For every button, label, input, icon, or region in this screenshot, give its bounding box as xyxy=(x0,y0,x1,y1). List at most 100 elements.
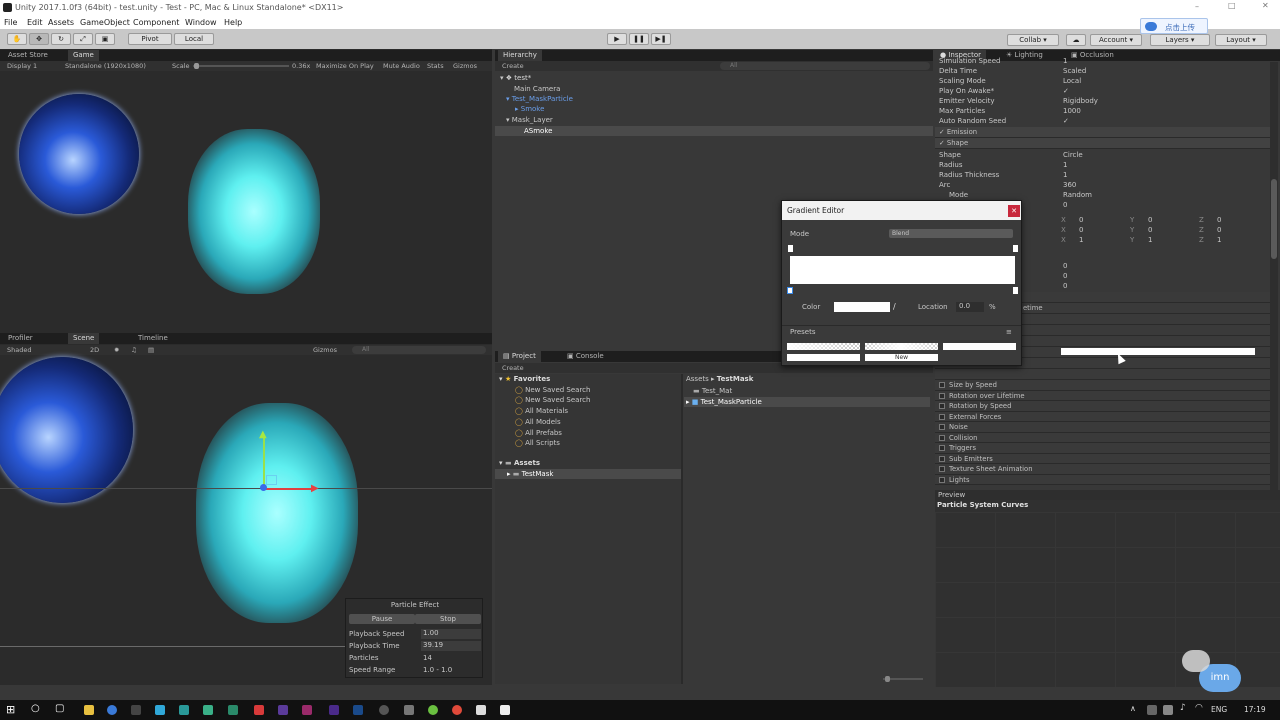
menu-file[interactable]: File xyxy=(4,18,17,27)
prop-value[interactable]: 1 xyxy=(1063,160,1067,170)
tab-project[interactable]: ▤ Project xyxy=(498,351,541,362)
display-dropdown[interactable]: Display 1 xyxy=(7,61,37,71)
eyedropper-icon[interactable]: ∕ xyxy=(893,302,896,311)
move-gizmo-y-arrow-icon[interactable]: ▲ xyxy=(259,429,267,440)
tray-app-icon[interactable] xyxy=(1163,705,1173,715)
hierarchy-item-mask-layer[interactable]: ▾ Mask_Layer xyxy=(506,115,926,125)
module-rotation-over-lifetime[interactable]: Rotation over Lifetime xyxy=(935,390,1270,401)
gradient-preset-4[interactable] xyxy=(787,354,860,361)
favorites-header[interactable]: ▾ ★ Favorites xyxy=(499,374,550,384)
gradient-editor-titlebar[interactable]: Gradient Editor ✕ xyxy=(782,201,1021,220)
playback-time-field[interactable]: 39.19 xyxy=(421,641,481,651)
module-size-by-speed[interactable]: Size by Speed xyxy=(935,380,1270,391)
prop-value[interactable]: Rigidbody xyxy=(1063,96,1098,106)
maximize-button[interactable]: □ xyxy=(1228,1,1236,10)
layout-dropdown[interactable]: Layout ▾ xyxy=(1215,34,1267,46)
gradient-preview-bar[interactable] xyxy=(790,256,1015,284)
module-rotation-by-speed[interactable]: Rotation by Speed xyxy=(935,401,1270,412)
app-icon-red[interactable] xyxy=(254,705,264,715)
assets-folder-testmask[interactable]: ▸ ▬ TestMask xyxy=(495,469,681,479)
prop-checkbox[interactable]: ✓ xyxy=(1063,86,1069,96)
hierarchy-search-input[interactable]: All xyxy=(720,62,930,70)
start-button[interactable]: ⊞ xyxy=(6,703,15,716)
vector-x-field[interactable]: 0 xyxy=(1079,225,1083,235)
module-noise[interactable]: Noise xyxy=(935,422,1270,433)
module-sub-emitters[interactable]: Sub Emitters xyxy=(935,453,1270,464)
favorite-item[interactable]: ◯ All Materials xyxy=(515,406,568,416)
module-emission-header[interactable]: ✓ Emission xyxy=(935,127,1270,138)
module-checkbox[interactable] xyxy=(939,455,945,462)
hand-tool-button[interactable]: ✋ xyxy=(7,33,27,45)
calculator-app-icon[interactable] xyxy=(131,705,141,715)
module-checkbox[interactable] xyxy=(939,424,945,430)
gradient-preset-2[interactable] xyxy=(865,343,938,350)
alpha-key-left[interactable] xyxy=(788,245,793,252)
tab-timeline[interactable]: Timeline xyxy=(133,333,173,344)
maximize-on-play-toggle[interactable]: Maximize On Play xyxy=(316,61,374,71)
module-external-forces[interactable]: External Forces xyxy=(935,411,1270,422)
prop-value[interactable]: 1 xyxy=(1063,170,1067,180)
favorite-item[interactable]: ◯ New Saved Search xyxy=(515,395,590,405)
breadcrumb-assets[interactable]: Assets xyxy=(686,375,709,383)
curves-grid[interactable] xyxy=(935,512,1280,687)
stats-toggle[interactable]: Stats xyxy=(427,61,444,71)
move-gizmo-x-arrow-icon[interactable]: ▶ xyxy=(311,483,319,494)
project-divider[interactable] xyxy=(681,374,683,684)
language-indicator[interactable]: ENG xyxy=(1211,705,1227,714)
module-texture-sheet-animation[interactable]: Texture Sheet Animation xyxy=(935,464,1270,475)
premiere-app-icon[interactable] xyxy=(278,705,288,715)
app-icon-pink[interactable] xyxy=(302,705,312,715)
volume-icon[interactable]: ♪ xyxy=(1180,703,1186,713)
favorite-item[interactable]: ◯ All Scripts xyxy=(515,438,560,448)
module-triggers[interactable]: Triggers xyxy=(935,443,1270,454)
project-file-test-maskparticle[interactable]: ▸ ■ Test_MaskParticle xyxy=(684,397,930,407)
gradient-field[interactable] xyxy=(1061,348,1255,355)
audio-toggle[interactable]: ♫ xyxy=(131,345,137,355)
vector-x-field[interactable]: 0 xyxy=(1079,215,1083,225)
gradient-location-field[interactable]: 0.0 xyxy=(956,302,984,312)
minimize-button[interactable]: – xyxy=(1195,2,1199,11)
2d-toggle[interactable]: 2D xyxy=(90,345,99,355)
module-row-hidden[interactable] xyxy=(935,369,1270,380)
project-file-test-mat[interactable]: ▬ Test_Mat xyxy=(693,386,732,396)
prop-value[interactable]: 0 xyxy=(1063,201,1067,209)
vector-y-field[interactable]: 0 xyxy=(1148,215,1152,225)
project-zoom-handle[interactable] xyxy=(885,676,890,682)
mute-audio-toggle[interactable]: Mute Audio xyxy=(383,61,420,71)
pause-button[interactable]: ❚❚ xyxy=(629,33,649,45)
vector-z-field[interactable]: 0 xyxy=(1217,215,1221,225)
app-icon-gray[interactable] xyxy=(404,705,414,715)
effects-toggle[interactable]: ▤ xyxy=(148,345,154,355)
presets-menu-icon[interactable]: ≡ xyxy=(1006,328,1012,336)
wifi-icon[interactable]: ◠ xyxy=(1195,703,1203,713)
chrome-app-icon[interactable] xyxy=(452,705,462,715)
hierarchy-item-test-maskparticle[interactable]: ▾ Test_MaskParticle xyxy=(506,94,926,104)
cloud-button[interactable]: ☁ xyxy=(1066,34,1086,46)
scale-slider[interactable] xyxy=(193,65,289,67)
vector-z-field[interactable]: 1 xyxy=(1217,235,1221,245)
prop-value[interactable]: 1 xyxy=(1063,56,1067,66)
module-checkbox[interactable] xyxy=(939,403,945,409)
search-icon[interactable]: ○ xyxy=(31,703,40,714)
vector-y-field[interactable]: 0 xyxy=(1148,225,1152,235)
app-icon-cyan[interactable] xyxy=(155,705,165,715)
step-button[interactable]: ▶❚ xyxy=(651,33,671,45)
obs-app-icon[interactable] xyxy=(379,705,389,715)
particle-stop-button[interactable]: Stop xyxy=(415,614,481,624)
rotate-tool-button[interactable]: ↻ xyxy=(51,33,71,45)
prop-checkbox[interactable]: ✓ xyxy=(1063,116,1069,126)
prop-value[interactable]: 1000 xyxy=(1063,106,1081,116)
task-view-icon[interactable]: ▢ xyxy=(55,703,64,714)
color-key-left-selected[interactable] xyxy=(787,287,793,294)
vector-z-field[interactable]: 0 xyxy=(1217,225,1221,235)
alpha-key-right[interactable] xyxy=(1013,245,1018,252)
pivot-toggle[interactable]: Pivot xyxy=(128,33,172,45)
prop-value[interactable]: Local xyxy=(1063,76,1081,86)
scale-tool-button[interactable]: ⤢ xyxy=(73,33,93,45)
module-checkbox[interactable] xyxy=(939,413,945,420)
assets-header[interactable]: ▾ ▬ Assets xyxy=(499,458,540,468)
move-gizmo-y-axis[interactable] xyxy=(263,437,265,489)
app-icon-green[interactable] xyxy=(203,705,213,715)
color-key-right[interactable] xyxy=(1013,287,1018,294)
tab-scene[interactable]: Scene xyxy=(68,333,100,344)
